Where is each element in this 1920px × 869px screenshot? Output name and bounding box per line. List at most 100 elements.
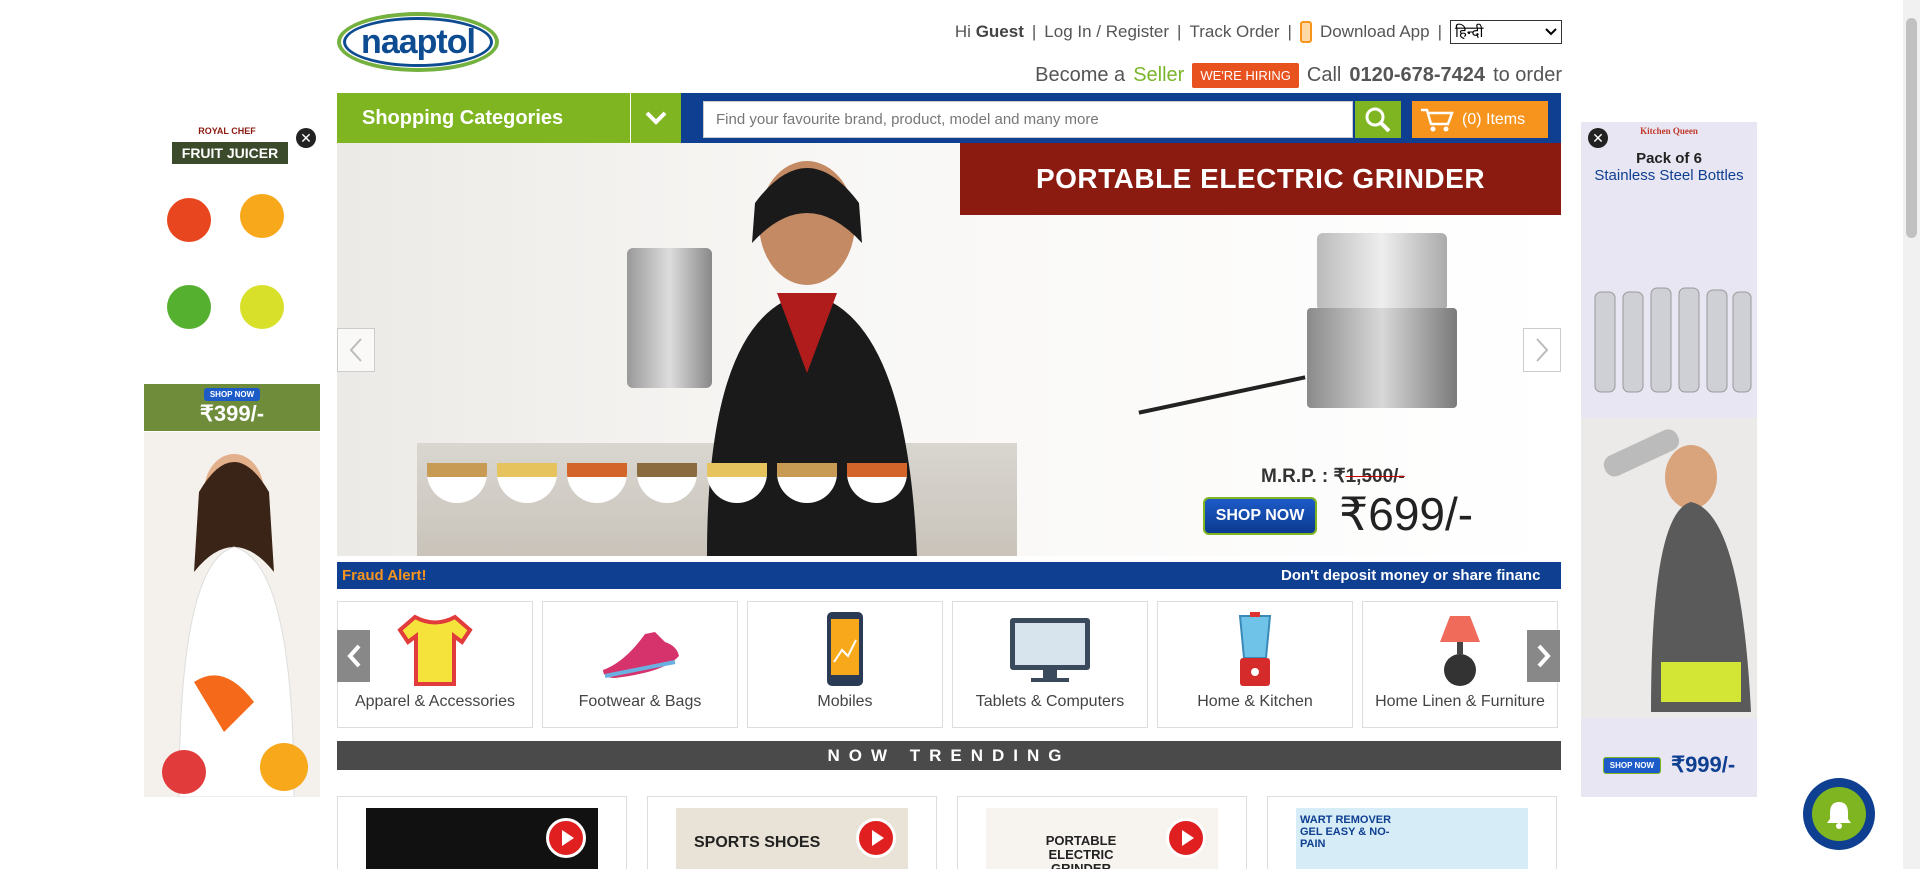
trending-card[interactable]: SPORTS SHOES [647,796,937,869]
ad-bottles-image [1581,287,1757,718]
search-input[interactable]: Find your favourite brand, product, mode… [703,101,1353,138]
play-icon[interactable] [1166,818,1206,858]
search-placeholder: Find your favourite brand, product, mode… [716,111,1099,128]
ad-price-strip: SHOP NOW ₹999/- [1581,752,1757,778]
left-side-ad[interactable]: ROYAL CHEF FRUIT JUICER SHOP NOW ₹399/- … [144,122,320,797]
category-label: Home & Kitchen [1197,693,1313,710]
seller-link[interactable]: Seller [1133,64,1184,87]
banner-prev-arrow[interactable] [337,328,375,372]
language-select[interactable]: हिन्दी [1450,20,1562,44]
mobile-phone-icon[interactable] [1299,21,1312,43]
download-app-link[interactable]: Download App [1320,22,1430,42]
spice-bowls-image [427,463,907,503]
divider: | [1031,22,1037,41]
hero-banner[interactable]: PORTABLE ELECTRIC GRINDER M.R.P. : ₹1,50… [337,143,1561,556]
naaptol-logo[interactable]: naaptol [337,12,499,72]
cart-icon [1421,108,1454,131]
chevron-down-icon[interactable] [630,93,681,143]
grinder-lid [1317,233,1447,308]
search-button[interactable] [1355,101,1401,138]
category-tablets-computers[interactable]: Tablets & Computers [952,601,1148,728]
ad-shop-now-button[interactable]: SHOP NOW [1602,756,1662,774]
category-next-arrow[interactable] [1527,630,1560,682]
cart-label: (0) Items [1462,110,1526,128]
lamp-icon [1440,616,1480,686]
bowl [637,463,697,503]
small-grinder-image [627,248,712,388]
track-order-link[interactable]: Track Order [1189,22,1279,42]
shoe-icon [603,632,679,678]
ad-subtitle: Stainless Steel Bottles [1594,167,1744,184]
trending-card[interactable]: WART REMOVER GEL EASY & NO-PAIN [1267,796,1557,869]
right-side-ad[interactable]: Kitchen Queen Pack of 6 Stainless Steel … [1581,122,1757,797]
shop-now-button[interactable]: SHOP NOW [1203,497,1317,535]
video-caption: SPORTS SHOES [694,834,821,851]
category-carousel: Apparel & Accessories Footwear & Bags Mo… [337,601,1561,729]
bowl [497,463,557,503]
bowl [707,463,767,503]
chevron-down-icon [1545,28,1557,36]
ad-price: ₹999/- [1671,752,1736,777]
search-icon [1365,107,1391,132]
power-cord-image [1138,375,1306,415]
category-prev-arrow[interactable] [337,630,370,682]
trending-card[interactable] [337,796,627,869]
now-trending-heading: NOW TRENDING [337,741,1561,770]
nav-bar: Shopping Categories Find your favourite … [337,93,1561,143]
divider: | [1287,22,1292,41]
bell-icon [1827,802,1851,829]
banner-next-arrow[interactable] [1523,328,1561,372]
greeting-name: Guest [975,22,1024,41]
login-register-link[interactable]: Log In / Register [1044,22,1169,42]
category-label: Footwear & Bags [578,693,702,710]
video-thumbnail [366,808,598,869]
monitor-icon [1010,618,1090,682]
language-selected: हिन्दी [1455,24,1484,41]
fraud-alert-label: Fraud Alert! [342,567,427,584]
category-home-kitchen[interactable]: Home & Kitchen [1157,601,1353,728]
cart-button[interactable]: (0) Items [1412,101,1548,138]
bowl [427,463,487,503]
page-scrollbar[interactable] [1903,0,1920,869]
category-label: Apparel & Accessories [354,693,516,710]
ad-model-image [144,432,320,797]
category-footwear[interactable]: Footwear & Bags [542,601,738,728]
mobile-icon [827,612,863,686]
call-prefix: Call [1306,64,1342,86]
become-label: Become a [1035,64,1126,86]
grinder-body [1307,308,1457,408]
play-icon[interactable] [546,818,586,858]
video-caption: PORTABLE ELECTRIC GRINDER [1045,833,1117,869]
video-thumbnail: SPORTS SHOES [676,808,908,869]
bowl [847,463,907,503]
play-icon[interactable] [856,818,896,858]
mrp-prefix: M.R.P. : ₹ [1261,466,1346,487]
chevron-right-icon [1536,338,1549,362]
ad-title: Pack of 6 [1636,150,1702,167]
close-icon[interactable]: ✕ [1588,128,1608,148]
chevron-left-icon [349,338,362,362]
juicer-products-image [167,194,284,329]
blender-icon [1238,612,1272,686]
offer-price: ₹699/- [1339,488,1474,540]
banner-title: PORTABLE ELECTRIC GRINDER [960,143,1561,215]
trending-card[interactable]: PORTABLE ELECTRIC GRINDER [957,796,1247,869]
grinder-product-image [1307,233,1457,433]
logo-text: naaptol [343,17,493,67]
notification-bell-button[interactable] [1803,778,1875,850]
mrp-value: 1,500/- [1345,466,1405,487]
fraud-alert-bar: Fraud Alert! Don't deposit money or shar… [337,562,1561,589]
bowl [567,463,627,503]
ad-shop-now-button[interactable]: SHOP NOW [203,388,261,401]
close-icon[interactable]: ✕ [296,128,316,148]
video-caption: WART REMOVER GEL EASY & NO-PAIN [1300,814,1392,850]
category-mobiles[interactable]: Mobiles [747,601,943,728]
fraud-alert-text: Don't deposit money or share financ [1281,567,1541,584]
ad-price-strip: SHOP NOW ₹399/- [144,384,320,431]
chevron-right-icon [1537,644,1551,668]
category-label: Tablets & Computers [975,693,1125,710]
hiring-badge[interactable]: WE'RE HIRING [1192,63,1299,88]
top-links: Hi Guest | Log In / Register | Track Ord… [955,20,1562,44]
shopping-categories-button[interactable]: Shopping Categories [337,93,681,143]
scrollbar-thumb[interactable] [1906,18,1917,238]
